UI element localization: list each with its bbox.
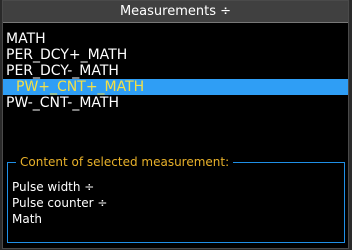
- list-item-pw-minus-cnt-minus-math[interactable]: PW-_CNT-_MATH: [3, 95, 348, 111]
- content-item-math: Math: [12, 212, 43, 226]
- window-title: Measurements ÷: [119, 4, 232, 19]
- list-item-per-dcy-plus-math[interactable]: PER_DCY+_MATH: [3, 47, 348, 63]
- list-item-per-dcy-minus-math[interactable]: PER_DCY-_MATH: [3, 63, 348, 79]
- content-item-pulse-counter: Pulse counter ÷: [12, 196, 108, 210]
- window-titlebar: Measurements ÷: [3, 1, 348, 23]
- group-title: Content of selected measurement:: [16, 154, 234, 170]
- content-list: Pulse width ÷ Pulse counter ÷ Math: [12, 179, 107, 227]
- measurements-window: Measurements ÷ MATH PER_DCY+_MATH PER_DC…: [0, 0, 352, 250]
- measurements-panel: Measurements ÷ MATH PER_DCY+_MATH PER_DC…: [2, 0, 349, 249]
- selected-measurement-content-group: Content of selected measurement: Pulse w…: [7, 154, 345, 243]
- list-item-math[interactable]: MATH: [3, 31, 348, 47]
- measurement-list: MATH PER_DCY+_MATH PER_DCY-_MATH PW+_CNT…: [3, 31, 348, 111]
- list-item-pw-plus-cnt-plus-math[interactable]: PW+_CNT+_MATH: [3, 79, 348, 95]
- content-item-pulse-width: Pulse width ÷: [12, 180, 95, 194]
